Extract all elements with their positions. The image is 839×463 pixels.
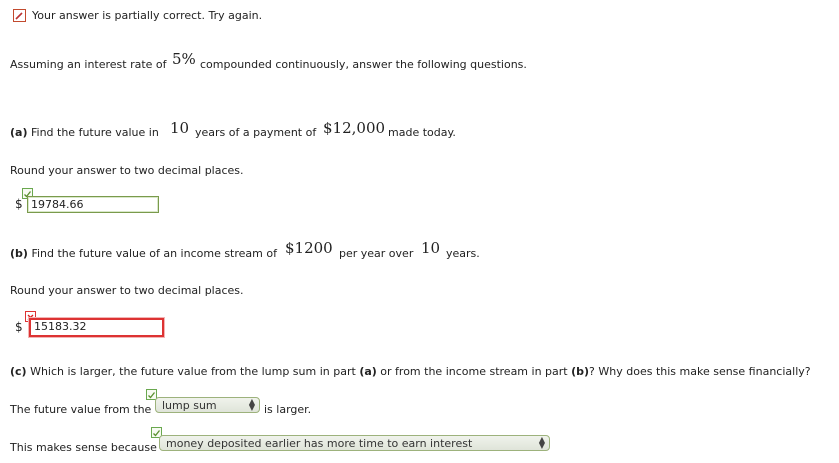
part-b-round-note: Round your answer to two decimal places. [10,284,244,297]
part-b-currency: $ [15,320,23,334]
part-c-q3: ? Why does this make sense financially? [589,365,811,378]
part-b-amount: $1200 [285,239,333,257]
select-arrows-icon: ▲ ▼ [538,435,545,450]
part-a-question: (a) Find the future value in [10,126,159,139]
line1-suffix: is larger. [264,403,312,416]
line2-prefix: This makes sense because [10,441,157,454]
part-a-years: 10 [170,119,190,137]
part-c-q2: or from the income stream in part [380,365,568,378]
part-c-q1: Which is larger, the future value from t… [30,365,356,378]
intro-prefix: Assuming an interest rate of [10,58,167,71]
larger-value-selected: lump sum [162,399,217,412]
part-c-question: (c) Which is larger, the future value fr… [10,365,811,378]
part-a-currency: $ [15,197,23,211]
larger-value-select[interactable]: lump sum ▲ ▼ [155,397,260,413]
part-a-round-note: Round your answer to two decimal places. [10,164,244,177]
partially-correct-icon [13,9,26,22]
part-b-middle: per year over [339,247,414,260]
reason-selected: money deposited earlier has more time to… [166,437,473,450]
select-arrows-icon: ▲ ▼ [248,397,255,412]
part-a-prefix: Find the future value in [30,126,159,139]
part-b-prefix: Find the future value of an income strea… [31,247,277,260]
line1-prefix: The future value from the [10,403,152,416]
part-c-label: (c) [10,365,27,378]
part-b-years: 10 [421,239,441,257]
part-b-question: (b) Find the future value of an income s… [10,247,277,260]
part-a-answer-input[interactable]: 19784.66 [27,196,159,213]
reason-select[interactable]: money deposited earlier has more time to… [159,435,550,451]
part-b-answer-input[interactable]: 15183.32 [29,318,164,337]
part-a-amount: $12,000 [323,119,386,137]
status-message: Your answer is partially correct. Try ag… [32,9,263,22]
part-a-label: (a) [10,126,28,139]
interest-rate: 5% [172,50,196,68]
part-c-ref-b: (b) [571,365,590,378]
part-c-ref-a: (a) [359,365,377,378]
part-a-middle: years of a payment of [195,126,317,139]
part-b-suffix: years. [446,247,480,260]
intro-suffix: compounded continuously, answer the foll… [200,58,527,71]
part-a-suffix: made today. [388,126,456,139]
part-b-label: (b) [10,247,28,260]
